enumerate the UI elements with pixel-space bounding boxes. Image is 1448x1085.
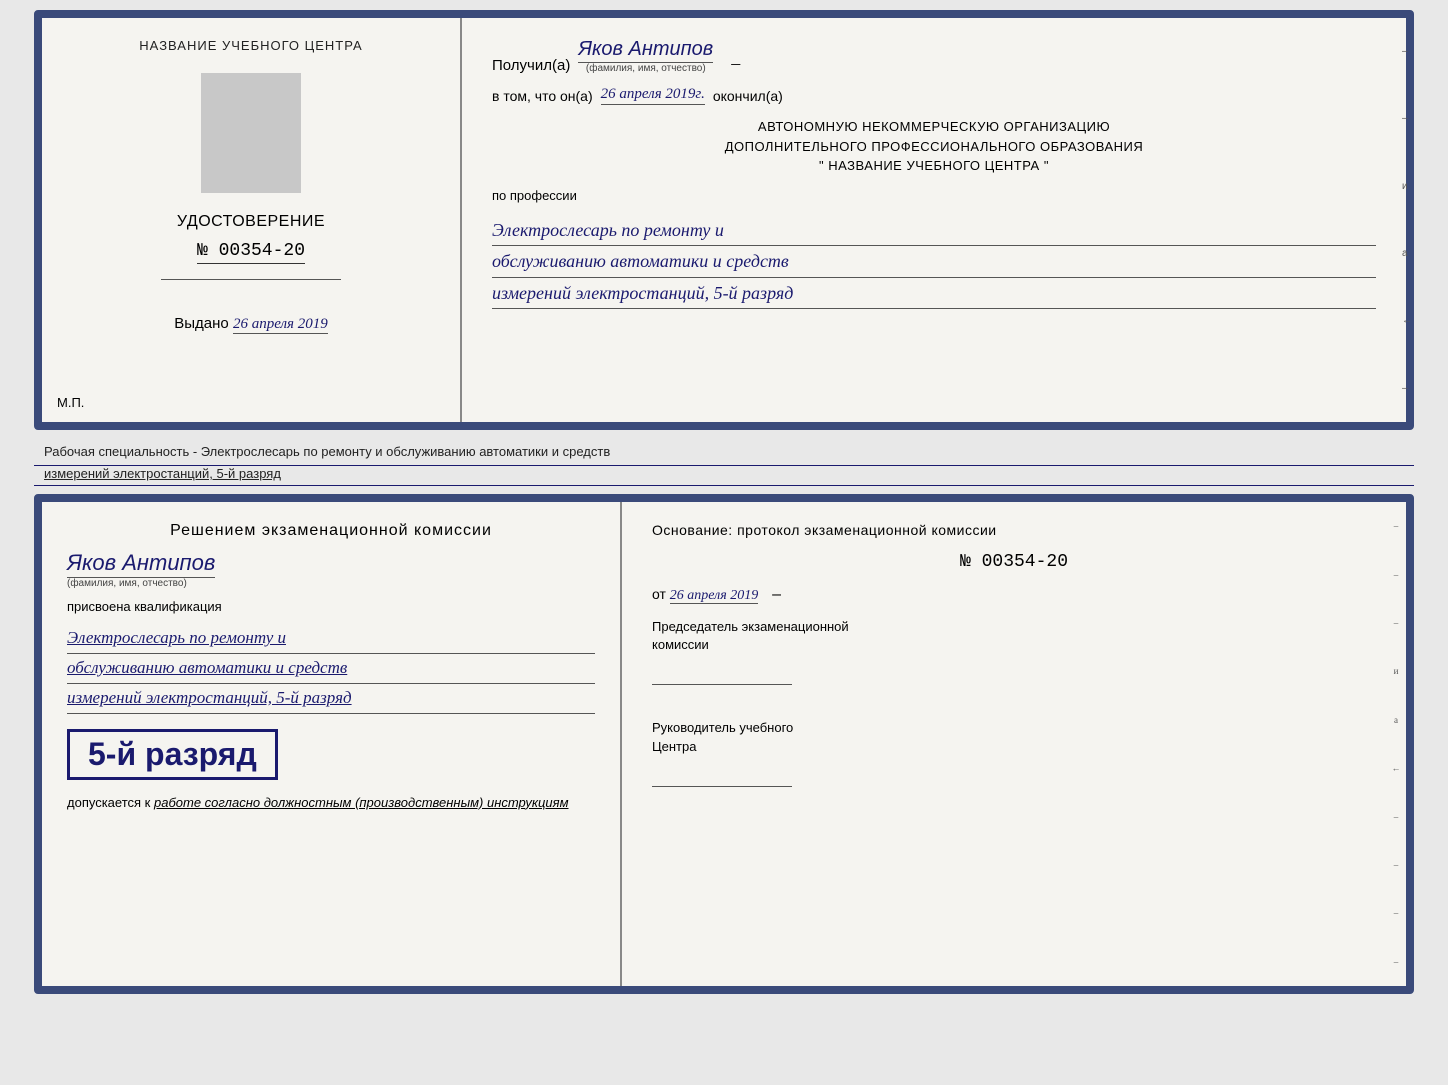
bottom-profession-line3: измерений электростанций, 5-й разряд [67, 684, 595, 714]
ot-date-value: 26 апреля 2019 [670, 588, 758, 604]
middle-text-block: Рабочая специальность - Электрослесарь п… [34, 438, 1414, 486]
ot-dash: – [772, 586, 781, 603]
predsedatel-line1: Председатель экзаменационной [652, 618, 1376, 636]
profession-line3-top: измерений электростанций, 5-й разряд [492, 278, 1376, 310]
prisvoena-label: присвоена квалификация [67, 599, 595, 614]
middle-text-line1: Рабочая специальность - Электрослесарь п… [34, 438, 1414, 466]
profession-line2-top: обслуживанию автоматики и средств [492, 246, 1376, 278]
mp-label: М.П. [57, 395, 84, 410]
bottom-right-panel: Основание: протокол экзаменационной коми… [622, 502, 1406, 986]
profession-block-top: Электрослесарь по ремонту и обслуживанию… [492, 215, 1376, 310]
institution-block: АВТОНОМНУЮ НЕКОММЕРЧЕСКУЮ ОРГАНИЗАЦИЮ ДО… [492, 117, 1376, 176]
dopuskaetsya-label: допускается к [67, 795, 150, 810]
ot-prefix: от [652, 586, 666, 602]
osnovanie-title: Основание: протокол экзаменационной коми… [652, 522, 1376, 538]
resheniem-title: Решением экзаменационной комиссии [67, 522, 595, 540]
po-professii-label: по профессии [492, 188, 1376, 203]
profession-block-bottom: Электрослесарь по ремонту и обслуживанию… [67, 624, 595, 714]
predsedatel-line2: комиссии [652, 636, 1376, 654]
top-left-panel: НАЗВАНИЕ УЧЕБНОГО ЦЕНТРА УДОСТОВЕРЕНИЕ №… [42, 18, 462, 422]
bottom-profession-line1: Электрослесарь по ремонту и [67, 624, 595, 654]
dopuskaetsya-block: допускается к работе согласно должностны… [67, 795, 595, 810]
recipient-subtitle: (фамилия, имя, отчество) [586, 63, 706, 74]
dash-top: – [731, 53, 740, 74]
predsedatel-signature-line [652, 684, 792, 685]
bottom-profession-line2: обслуживанию автоматики и средств [67, 654, 595, 684]
vydano-date: 26 апреля 2019 [233, 316, 328, 334]
school-name-top: НАЗВАНИЕ УЧЕБНОГО ЦЕНТРА [139, 38, 362, 53]
ot-date-block: от 26 апреля 2019 – [652, 586, 1376, 604]
recipient-name: Яков Антипов [578, 38, 713, 63]
divider-top [161, 279, 341, 280]
bottom-left-panel: Решением экзаменационной комиссии Яков А… [42, 502, 622, 986]
protocol-number: № 00354-20 [652, 552, 1376, 572]
grade-badge-container: 5-й разряд [67, 729, 595, 780]
institution-line3: " НАЗВАНИЕ УЧЕБНОГО ЦЕНТРА " [492, 156, 1376, 176]
bottom-document: Решением экзаменационной комиссии Яков А… [34, 494, 1414, 994]
photo-placeholder [201, 73, 301, 193]
date-block: в том, что он(а) 26 апреля 2019г. окончи… [492, 86, 1376, 105]
side-marks-bottom: – – – и а ← – – – – [1386, 502, 1406, 986]
bottom-person-block: Яков Антипов (фамилия, имя, отчество) [67, 550, 595, 589]
bottom-person-subtitle: (фамилия, имя, отчество) [67, 578, 187, 589]
rukovoditel-line2: Центра [652, 738, 1376, 756]
date-suffix: окончил(а) [713, 88, 783, 104]
rukovoditel-block: Руководитель учебного Центра [652, 719, 1376, 786]
profession-line1-top: Электрослесарь по ремонту и [492, 215, 1376, 247]
recipient-block: Получил(а) Яков Антипов (фамилия, имя, о… [492, 38, 1376, 74]
top-document: НАЗВАНИЕ УЧЕБНОГО ЦЕНТРА УДОСТОВЕРЕНИЕ №… [34, 10, 1414, 430]
udostoverenie-label: УДОСТОВЕРЕНИЕ [177, 213, 325, 231]
date-value: 26 апреля 2019г. [601, 86, 705, 105]
side-marks-top: – – и а ← – [1402, 18, 1412, 422]
cert-number-top: № 00354-20 [197, 241, 305, 264]
institution-line2: ДОПОЛНИТЕЛЬНОГО ПРОФЕССИОНАЛЬНОГО ОБРАЗО… [492, 137, 1376, 157]
top-right-panel: Получил(а) Яков Антипов (фамилия, имя, о… [462, 18, 1406, 422]
predsedatel-block: Председатель экзаменационной комиссии [652, 618, 1376, 685]
dopuskaetsya-value: работе согласно должностным (производств… [154, 795, 569, 810]
bottom-person-name: Яков Антипов [67, 550, 215, 578]
middle-text-line2: измерений электростанций, 5-й разряд [34, 466, 1414, 486]
grade-text: 5-й разряд [88, 736, 257, 772]
grade-badge: 5-й разряд [67, 729, 278, 780]
date-prefix: в том, что он(а) [492, 88, 593, 104]
rukovoditel-signature-line [652, 786, 792, 787]
institution-line1: АВТОНОМНУЮ НЕКОММЕРЧЕСКУЮ ОРГАНИЗАЦИЮ [492, 117, 1376, 137]
rukovoditel-line1: Руководитель учебного [652, 719, 1376, 737]
vydano-label: Выдано 26 апреля 2019 [174, 315, 328, 332]
recipient-prefix: Получил(а) [492, 57, 570, 74]
